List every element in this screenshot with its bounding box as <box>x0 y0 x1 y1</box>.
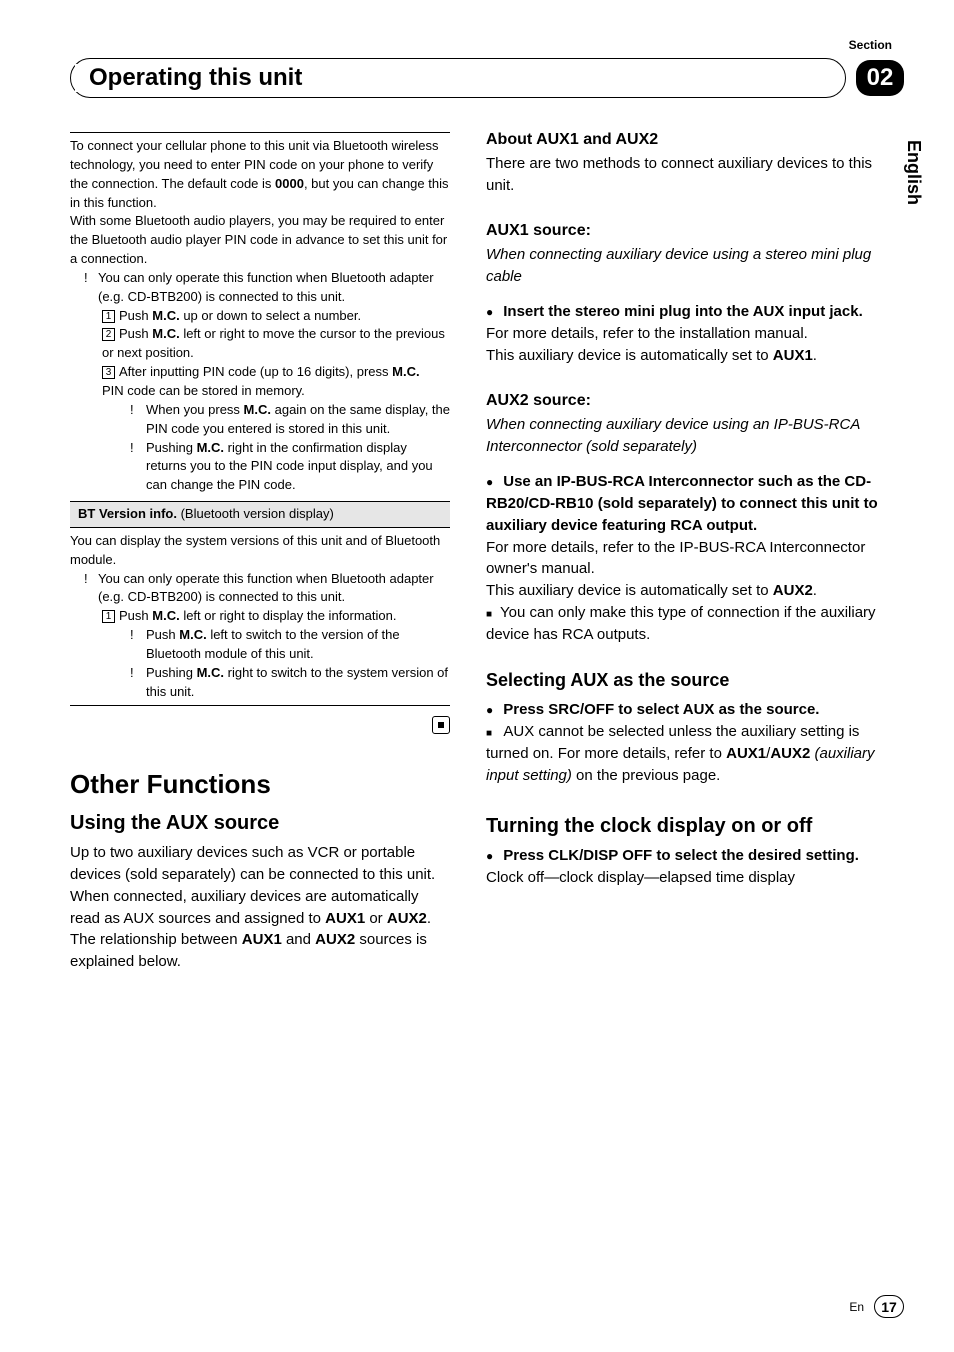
aux2-step: Use an IP-BUS-RCA Interconnector such as… <box>486 471 886 536</box>
section-label: Section <box>849 38 892 52</box>
clock-heading: Turning the clock display on or off <box>486 812 886 841</box>
bullet-bt-adapter: You can only operate this function when … <box>84 269 450 307</box>
section-number-badge: 02 <box>856 60 904 96</box>
pin-note: With some Bluetooth audio players, you m… <box>70 212 450 269</box>
step-3: 3After inputting PIN code (up to 16 digi… <box>84 363 450 495</box>
page-title: Operating this unit <box>75 64 310 92</box>
step-2: 2Push M.C. left or right to move the cur… <box>84 325 450 363</box>
language-tab: English <box>903 140 924 205</box>
aux2-detail-1: For more details, refer to the IP-BUS-RC… <box>486 537 886 581</box>
using-aux-heading: Using the AUX source <box>70 809 450 838</box>
aux1-when: When connecting auxiliary device using a… <box>486 244 886 288</box>
bt-step-1-note-2: Pushing M.C. right to switch to the syst… <box>130 664 450 702</box>
about-aux-heading: About AUX1 and AUX2 <box>486 128 886 151</box>
footer-page-number: 17 <box>874 1295 904 1318</box>
aux2-detail-2: This auxiliary device is automatically s… <box>486 580 886 602</box>
clock-step: Press CLK/DISP OFF to select the desired… <box>486 845 886 867</box>
footer-lang: En <box>849 1300 864 1314</box>
sel-step: Press SRC/OFF to select AUX as the sourc… <box>486 699 886 721</box>
selecting-aux-heading: Selecting AUX as the source <box>486 667 886 693</box>
about-aux-desc: There are two methods to connect auxilia… <box>486 153 886 197</box>
bt-step-1: 1Push M.C. left or right to display the … <box>84 607 450 701</box>
right-column: About AUX1 and AUX2 There are two method… <box>486 128 886 973</box>
aux1-detail-1: For more details, refer to the installat… <box>486 323 886 345</box>
bt-step-1-note-1: Push M.C. left to switch to the version … <box>130 626 450 664</box>
bt-version-desc: You can display the system versions of t… <box>70 532 450 570</box>
step-1: 1Push M.C. up or down to select a number… <box>84 307 450 326</box>
aux2-note: You can only make this type of connectio… <box>486 602 886 646</box>
bt-version-header: BT Version info. (Bluetooth version disp… <box>70 501 450 528</box>
aux2-when: When connecting auxiliary device using a… <box>486 414 886 458</box>
aux1-step: Insert the stereo mini plug into the AUX… <box>486 301 886 323</box>
left-column: To connect your cellular phone to this u… <box>70 128 450 973</box>
page-header: Operating this unit 02 <box>70 58 904 98</box>
sel-note: AUX cannot be selected unless the auxili… <box>486 721 886 786</box>
other-functions-heading: Other Functions <box>70 766 450 804</box>
aux1-heading: AUX1 source: <box>486 219 886 242</box>
aux-intro: Up to two auxiliary devices such as VCR … <box>70 842 450 973</box>
step-3-note-2: Pushing M.C. right in the confirmation d… <box>130 439 450 496</box>
clock-options: Clock off—clock display—elapsed time dis… <box>486 867 886 889</box>
title-container: Operating this unit <box>70 58 846 98</box>
stop-icon <box>70 716 450 741</box>
aux2-heading: AUX2 source: <box>486 389 886 412</box>
step-3-note-1: When you press M.C. again on the same di… <box>130 401 450 439</box>
aux1-detail-2: This auxiliary device is automatically s… <box>486 345 886 367</box>
page-footer: En 17 <box>849 1295 904 1318</box>
step-3-sub: PIN code can be stored in memory. <box>102 382 450 401</box>
bullet-bt-adapter-2: You can only operate this function when … <box>84 570 450 608</box>
pin-intro: To connect your cellular phone to this u… <box>70 137 450 212</box>
